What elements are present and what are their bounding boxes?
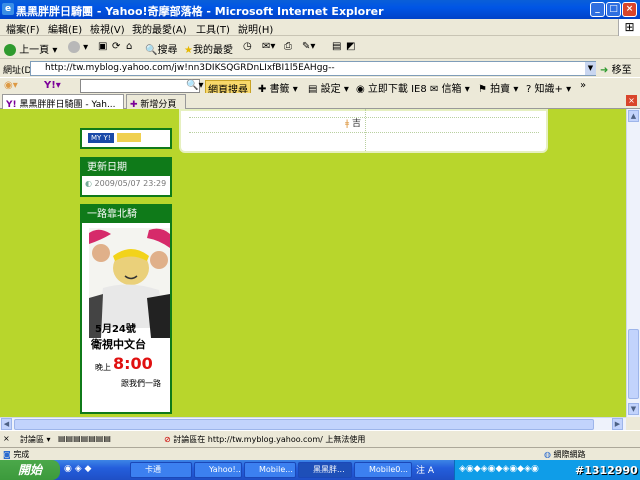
myyahoo-badge[interactable]: MY Y!	[88, 133, 114, 143]
system-tray: ◈◉◆◈◉◆◈◉◆◈◉ #1312990	[454, 460, 640, 480]
mail-icon[interactable]: ✉▾	[262, 41, 275, 52]
taskbar-item-active[interactable]: 黑黑胖...	[298, 462, 352, 478]
status-text: ◙ 完成	[3, 450, 30, 459]
menu-bar: 檔案(F) 編輯(E) 檢視(V) 我的最愛(A) 工具(T) 說明(H) ⊞	[0, 19, 640, 36]
menu-view[interactable]: 檢視(V)	[90, 21, 125, 36]
yahoo-toolbar: ◉▾ Y!▾ 🔍▾ 網頁搜尋 ✚ 書籤 ▾ ▤ 設定 ▾ ◉ 立即下載 IE8 …	[0, 77, 640, 97]
yahoo-search-input[interactable]	[80, 79, 200, 93]
taskbar-item[interactable]: Mobile0...	[354, 462, 412, 478]
quick-launch-icons[interactable]: ◉ ◈ ◆	[64, 464, 91, 474]
yahoo-search-icon[interactable]: 🔍▾	[186, 80, 203, 91]
discussion-bar: × 討論區 ▾ ▤▤▤▤▤▤▤ ⊘ 討論區在 http://tw.myblog.…	[0, 430, 640, 447]
edit-icon[interactable]: ✎▾	[302, 41, 315, 52]
page-content: ǂ 吉 MY Y! 更新日期 ◐ 2009/05/07 23:29 一路靠北騎	[0, 109, 626, 417]
poster-follow: 跟我們一路	[121, 379, 161, 388]
stats-panel: ǂ 吉	[179, 109, 548, 153]
windows-logo-icon: ⊞	[618, 19, 640, 36]
tab-active[interactable]: Y! 黑黑胖胖日騎團 - Yah...	[2, 94, 124, 110]
scroll-thumb[interactable]	[628, 329, 639, 399]
update-title: 更新日期	[82, 159, 170, 176]
scroll-left-icon[interactable]: ◀	[1, 418, 12, 430]
update-date-row: ◐ 2009/05/07 23:29	[82, 176, 170, 191]
clock-icon: ◐	[85, 179, 92, 188]
update-date: 2009/05/07 23:29	[94, 179, 167, 188]
more-chevron-icon[interactable]: »	[580, 80, 586, 91]
blocked-icon: ⊘	[164, 435, 171, 444]
page-icon: ◙	[3, 450, 11, 459]
update-box: 更新日期 ◐ 2009/05/07 23:29	[80, 157, 172, 197]
poster-channel: 衛視中文台	[91, 338, 146, 351]
scroll-up-icon[interactable]: ▲	[628, 110, 639, 122]
divider	[365, 109, 366, 151]
address-bar: 網址(D) http://tw.myblog.yahoo.com/jw!nn3D…	[0, 60, 640, 77]
divider	[189, 117, 539, 118]
menu-tools[interactable]: 工具(T)	[196, 21, 230, 36]
menu-favorites[interactable]: 我的最愛(A)	[132, 21, 187, 36]
discuss-icon[interactable]: ▤	[332, 41, 341, 52]
forward-button[interactable]: ▾	[68, 41, 88, 53]
taskbar-item[interactable]: Yahoo!...	[194, 462, 242, 478]
go-arrow-icon: ➜	[600, 65, 609, 76]
ie-icon: e	[2, 3, 14, 15]
poster-time: 8:00	[113, 354, 153, 373]
poster-date: 5月24號	[95, 324, 136, 335]
horizontal-scrollbar[interactable]: ◀ ▶	[0, 417, 626, 430]
divider	[189, 132, 539, 133]
forward-arrow-icon	[68, 41, 80, 53]
close-button[interactable]: ×	[622, 2, 637, 17]
tv-poster-image[interactable]: 5月24號 衛視中文台 晚上 8:00 跟我們一路	[89, 228, 170, 404]
minimize-button[interactable]: _	[590, 2, 605, 17]
north-title: 一路靠北騎	[82, 206, 170, 223]
yahoo-eye-icon[interactable]: ◉▾	[4, 80, 18, 91]
scroll-right-icon[interactable]: ▶	[612, 418, 623, 430]
tab-bar: Y! 黑黑胖胖日騎團 - Yah... ✚ 新增分頁 ×	[0, 93, 640, 110]
north-box: 一路靠北騎 5月24號 衛視中文台 晚上 8:00 跟我們一路	[80, 204, 172, 414]
window-title: 黑黑胖胖日騎團 - Yahoo!奇摩部落格 - Microsoft Intern…	[16, 5, 384, 18]
print-icon[interactable]: ⎙	[284, 41, 292, 52]
vertical-scrollbar[interactable]: ▲ ▼	[626, 109, 640, 417]
tab-new[interactable]: ✚ 新增分頁	[126, 94, 186, 110]
globe-icon: ◍	[544, 450, 551, 459]
address-input[interactable]: http://tw.myblog.yahoo.com/jw!nn3DIKSQGR…	[30, 61, 596, 76]
taskbar: 開始 ◉ ◈ ◆ 卡通 Yahoo!... Mobile... 黑黑胖... M…	[0, 460, 640, 480]
title-bar[interactable]: e 黑黑胖胖日騎團 - Yahoo!奇摩部落格 - Microsoft Inte…	[0, 0, 640, 19]
star-icon: ★	[184, 45, 193, 56]
stop-icon[interactable]: ▣	[98, 41, 107, 52]
discussion-label[interactable]: 討論區 ▾	[20, 434, 51, 445]
menu-file[interactable]: 檔案(F)	[6, 21, 40, 36]
discussion-tools-icon[interactable]: ▤▤▤▤▤▤▤	[58, 434, 111, 443]
poster-evening: 晚上	[95, 363, 111, 372]
menu-edit[interactable]: 編輯(E)	[48, 21, 82, 36]
standard-toolbar: 上一頁 ▾ ▾ ▣ ⟳ ⌂ 🔍搜尋 ★我的最愛 ◷ ✉▾ ⎙ ✎▾ ▤ ◩	[0, 36, 640, 59]
favorites-button[interactable]: ★我的最愛	[184, 41, 233, 56]
address-dropdown-icon[interactable]: ▼	[585, 62, 596, 75]
close-tab-icon[interactable]: ×	[626, 95, 637, 106]
discussion-message: ⊘ 討論區在 http://tw.myblog.yahoo.com/ 上無法使用	[164, 435, 366, 444]
scroll-down-icon[interactable]: ▼	[628, 403, 639, 415]
taskbar-item[interactable]: Mobile...	[244, 462, 296, 478]
taskbar-item[interactable]: 卡通	[130, 462, 192, 478]
myyahoo-box: MY Y!	[80, 128, 172, 149]
back-arrow-icon	[4, 44, 16, 56]
go-button[interactable]: ➜ 移至	[600, 61, 632, 76]
start-button[interactable]: 開始	[0, 460, 60, 480]
search-button[interactable]: 🔍搜尋	[145, 41, 177, 56]
hscroll-thumb[interactable]	[14, 419, 594, 430]
maximize-button[interactable]: □	[606, 2, 621, 17]
status-bar: ◙ 完成 ◍ 網際網路	[0, 447, 640, 460]
messenger-icon[interactable]: ◩	[346, 41, 355, 52]
back-button[interactable]: 上一頁 ▾	[4, 41, 57, 56]
history-icon[interactable]: ◷	[243, 41, 252, 52]
menu-help[interactable]: 說明(H)	[238, 21, 273, 36]
language-icon[interactable]: 注 A	[416, 463, 434, 476]
refresh-icon[interactable]: ⟳	[112, 41, 120, 52]
discussion-close-icon[interactable]: ×	[3, 434, 10, 443]
stats-label: ǂ 吉	[345, 119, 362, 129]
home-icon[interactable]: ⌂	[126, 41, 132, 52]
tray-icons[interactable]: ◈◉◆◈◉◆◈◉◆◈◉	[459, 464, 539, 474]
rss-icon	[116, 132, 141, 142]
yahoo-logo-icon[interactable]: Y!▾	[44, 80, 61, 91]
status-zone: ◍ 網際網路	[544, 450, 586, 459]
watermark: #1312990	[575, 464, 638, 477]
